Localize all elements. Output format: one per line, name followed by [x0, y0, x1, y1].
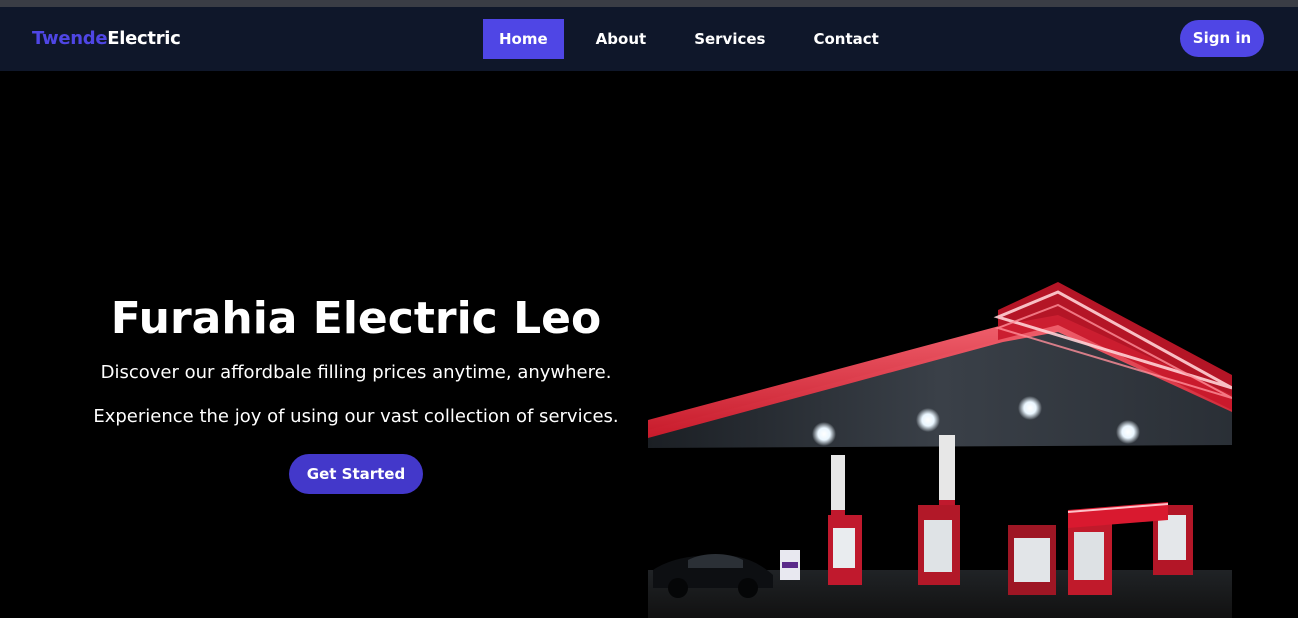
nav-link-home[interactable]: Home — [483, 19, 564, 59]
brand-part-electric: Electric — [107, 28, 181, 49]
brand-part-twende: Twende — [32, 28, 108, 49]
nav-links: Home About Services Contact — [483, 19, 911, 59]
nav-link-contact[interactable]: Contact — [797, 19, 894, 59]
gas-station-illustration — [648, 282, 1232, 618]
hero-image-gas-station — [648, 270, 1232, 618]
window-top-border — [0, 0, 1298, 7]
nav-link-about[interactable]: About — [580, 19, 663, 59]
nav-link-services[interactable]: Services — [678, 19, 781, 59]
hero-title: Furahia Electric Leo — [110, 293, 602, 344]
hero-line-2: Experience the joy of using our vast col… — [93, 406, 619, 427]
hero-line-1: Discover our affordbale filling prices a… — [100, 362, 612, 383]
get-started-button[interactable]: Get Started — [289, 454, 423, 494]
sign-in-button[interactable]: Sign in — [1180, 20, 1264, 57]
brand-logo[interactable]: TwendeElectric — [32, 28, 181, 49]
navbar: TwendeElectric Home About Services Conta… — [0, 7, 1298, 71]
